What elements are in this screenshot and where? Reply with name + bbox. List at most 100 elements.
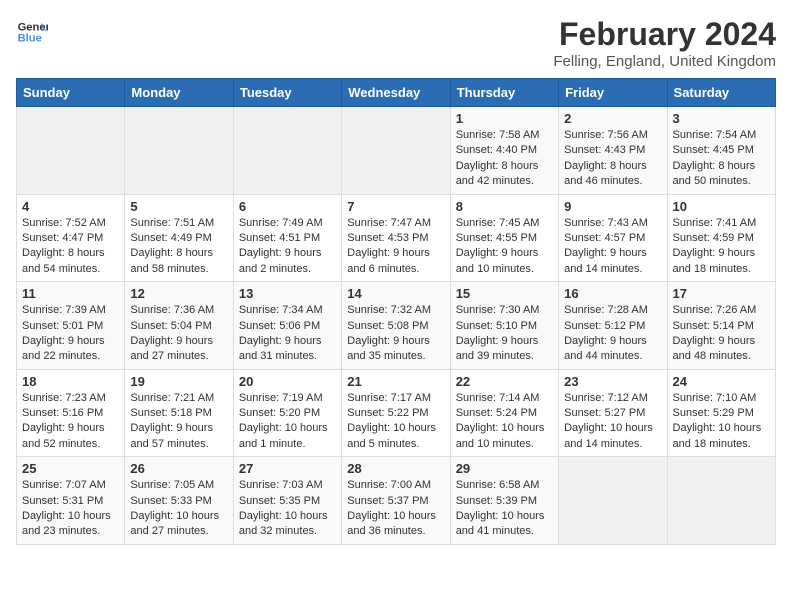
- cell-info: Sunrise: 7:21 AM: [130, 391, 227, 406]
- cell-info: Sunrise: 7:43 AM: [564, 216, 661, 231]
- cell-info: Daylight: 9 hours and 48 minutes.: [673, 334, 770, 365]
- calendar-cell: 21Sunrise: 7:17 AMSunset: 5:22 PMDayligh…: [342, 369, 450, 457]
- calendar-cell: 2Sunrise: 7:56 AMSunset: 4:43 PMDaylight…: [559, 107, 667, 195]
- day-number: 4: [22, 199, 119, 214]
- calendar-cell: 16Sunrise: 7:28 AMSunset: 5:12 PMDayligh…: [559, 282, 667, 370]
- cell-info: Sunrise: 7:14 AM: [456, 391, 553, 406]
- calendar-cell: 13Sunrise: 7:34 AMSunset: 5:06 PMDayligh…: [233, 282, 341, 370]
- col-header-monday: Monday: [125, 79, 233, 107]
- calendar-cell: [125, 107, 233, 195]
- day-number: 24: [673, 374, 770, 389]
- cell-info: Sunset: 5:16 PM: [22, 406, 119, 421]
- calendar-week-row: 11Sunrise: 7:39 AMSunset: 5:01 PMDayligh…: [17, 282, 776, 370]
- day-number: 19: [130, 374, 227, 389]
- calendar-cell: 20 Sunrise: 7:19 AMSunset: 5:20 PMDayligh…: [233, 369, 341, 457]
- cell-info: Sunset: 5:06 PM: [239, 319, 336, 334]
- cell-info: Sunset: 5:35 PM: [239, 494, 336, 509]
- cell-info: Sunset: 5:04 PM: [130, 319, 227, 334]
- day-number: 3: [673, 111, 770, 126]
- cell-info: Sunrise: 7:07 AM: [22, 478, 119, 493]
- calendar-cell: 6Sunrise: 7:49 AMSunset: 4:51 PMDaylight…: [233, 194, 341, 282]
- calendar-table: SundayMondayTuesdayWednesdayThursdayFrid…: [16, 78, 776, 545]
- cell-info: Sunset: 5:12 PM: [564, 319, 661, 334]
- col-header-tuesday: Tuesday: [233, 79, 341, 107]
- cell-info: Daylight: 9 hours and 22 minutes.: [22, 334, 119, 365]
- calendar-cell: 28Sunrise: 7:00 AMSunset: 5:37 PMDayligh…: [342, 457, 450, 545]
- cell-info: Sunrise: 7:12 AM: [564, 391, 661, 406]
- logo-icon: General Blue: [16, 16, 48, 48]
- logo: General Blue: [16, 16, 48, 48]
- day-number: 22: [456, 374, 553, 389]
- day-number: 7: [347, 199, 444, 214]
- title-area: February 2024 Felling, England, United K…: [553, 16, 776, 70]
- calendar-cell: 19Sunrise: 7:21 AMSunset: 5:18 PMDayligh…: [125, 369, 233, 457]
- day-number: 25: [22, 461, 119, 476]
- col-header-thursday: Thursday: [450, 79, 558, 107]
- cell-info: Daylight: 10 hours and 18 minutes.: [673, 421, 770, 452]
- calendar-cell: 24Sunrise: 7:10 AMSunset: 5:29 PMDayligh…: [667, 369, 775, 457]
- col-header-wednesday: Wednesday: [342, 79, 450, 107]
- cell-info: Daylight: 10 hours and 32 minutes.: [239, 509, 336, 540]
- col-header-friday: Friday: [559, 79, 667, 107]
- cell-info: Daylight: 9 hours and 35 minutes.: [347, 334, 444, 365]
- calendar-cell: 23Sunrise: 7:12 AMSunset: 5:27 PMDayligh…: [559, 369, 667, 457]
- cell-info: Sunrise: 7:36 AM: [130, 303, 227, 318]
- cell-info: Sunrise: 7:41 AM: [673, 216, 770, 231]
- cell-info: Daylight: 9 hours and 14 minutes.: [564, 246, 661, 277]
- day-number: 27: [239, 461, 336, 476]
- cell-info: Sunset: 5:39 PM: [456, 494, 553, 509]
- calendar-cell: 1Sunrise: 7:58 AMSunset: 4:40 PMDaylight…: [450, 107, 558, 195]
- day-number: 23: [564, 374, 661, 389]
- cell-info: Sunset: 5:29 PM: [673, 406, 770, 421]
- day-number: 20: [239, 374, 336, 389]
- cell-info: Sunrise: 7:26 AM: [673, 303, 770, 318]
- cell-info: Sunset: 4:49 PM: [130, 231, 227, 246]
- calendar-cell: 3Sunrise: 7:54 AMSunset: 4:45 PMDaylight…: [667, 107, 775, 195]
- cell-info: Daylight: 8 hours and 58 minutes.: [130, 246, 227, 277]
- day-number: 5: [130, 199, 227, 214]
- cell-info: Sunrise: 7:54 AM: [673, 128, 770, 143]
- day-number: 18: [22, 374, 119, 389]
- cell-info: Sunrise: 7:39 AM: [22, 303, 119, 318]
- calendar-cell: 8Sunrise: 7:45 AMSunset: 4:55 PMDaylight…: [450, 194, 558, 282]
- cell-info: Daylight: 10 hours and 23 minutes.: [22, 509, 119, 540]
- cell-info: Sunset: 5:22 PM: [347, 406, 444, 421]
- day-number: 28: [347, 461, 444, 476]
- calendar-cell: 11Sunrise: 7:39 AMSunset: 5:01 PMDayligh…: [17, 282, 125, 370]
- calendar-cell: 25Sunrise: 7:07 AMSunset: 5:31 PMDayligh…: [17, 457, 125, 545]
- day-number: 26: [130, 461, 227, 476]
- cell-info: Sunrise: 7:00 AM: [347, 478, 444, 493]
- cell-info: Sunset: 5:14 PM: [673, 319, 770, 334]
- cell-info: Daylight: 8 hours and 46 minutes.: [564, 159, 661, 190]
- cell-info: Sunset: 5:18 PM: [130, 406, 227, 421]
- cell-info: Sunset: 5:20 PM: [239, 406, 336, 421]
- cell-info: Sunrise: 7:51 AM: [130, 216, 227, 231]
- cell-info: Sunset: 4:53 PM: [347, 231, 444, 246]
- cell-info: Daylight: 10 hours and 36 minutes.: [347, 509, 444, 540]
- page-title: February 2024: [553, 16, 776, 53]
- day-number: 12: [130, 286, 227, 301]
- cell-info: Sunrise: 7:52 AM: [22, 216, 119, 231]
- cell-info: Sunset: 4:51 PM: [239, 231, 336, 246]
- calendar-week-row: 1Sunrise: 7:58 AMSunset: 4:40 PMDaylight…: [17, 107, 776, 195]
- cell-info: Sunset: 4:57 PM: [564, 231, 661, 246]
- calendar-header-row: SundayMondayTuesdayWednesdayThursdayFrid…: [17, 79, 776, 107]
- cell-info: Daylight: 9 hours and 6 minutes.: [347, 246, 444, 277]
- calendar-cell: 4Sunrise: 7:52 AMSunset: 4:47 PMDaylight…: [17, 194, 125, 282]
- cell-info: Sunrise: 7:58 AM: [456, 128, 553, 143]
- calendar-cell: 27Sunrise: 7:03 AMSunset: 5:35 PMDayligh…: [233, 457, 341, 545]
- col-header-saturday: Saturday: [667, 79, 775, 107]
- cell-info: Daylight: 10 hours and 27 minutes.: [130, 509, 227, 540]
- day-number: 13: [239, 286, 336, 301]
- cell-info: Sunrise: 7:05 AM: [130, 478, 227, 493]
- calendar-week-row: 4Sunrise: 7:52 AMSunset: 4:47 PMDaylight…: [17, 194, 776, 282]
- cell-info: Sunrise: 7:19 AM: [239, 391, 336, 406]
- day-number: 8: [456, 199, 553, 214]
- cell-info: Daylight: 9 hours and 52 minutes.: [22, 421, 119, 452]
- cell-info: Daylight: 9 hours and 44 minutes.: [564, 334, 661, 365]
- cell-info: Daylight: 10 hours and 14 minutes.: [564, 421, 661, 452]
- calendar-cell: [667, 457, 775, 545]
- cell-info: Daylight: 9 hours and 18 minutes.: [673, 246, 770, 277]
- day-number: 21: [347, 374, 444, 389]
- cell-info: Daylight: 10 hours and 1 minute.: [239, 421, 336, 452]
